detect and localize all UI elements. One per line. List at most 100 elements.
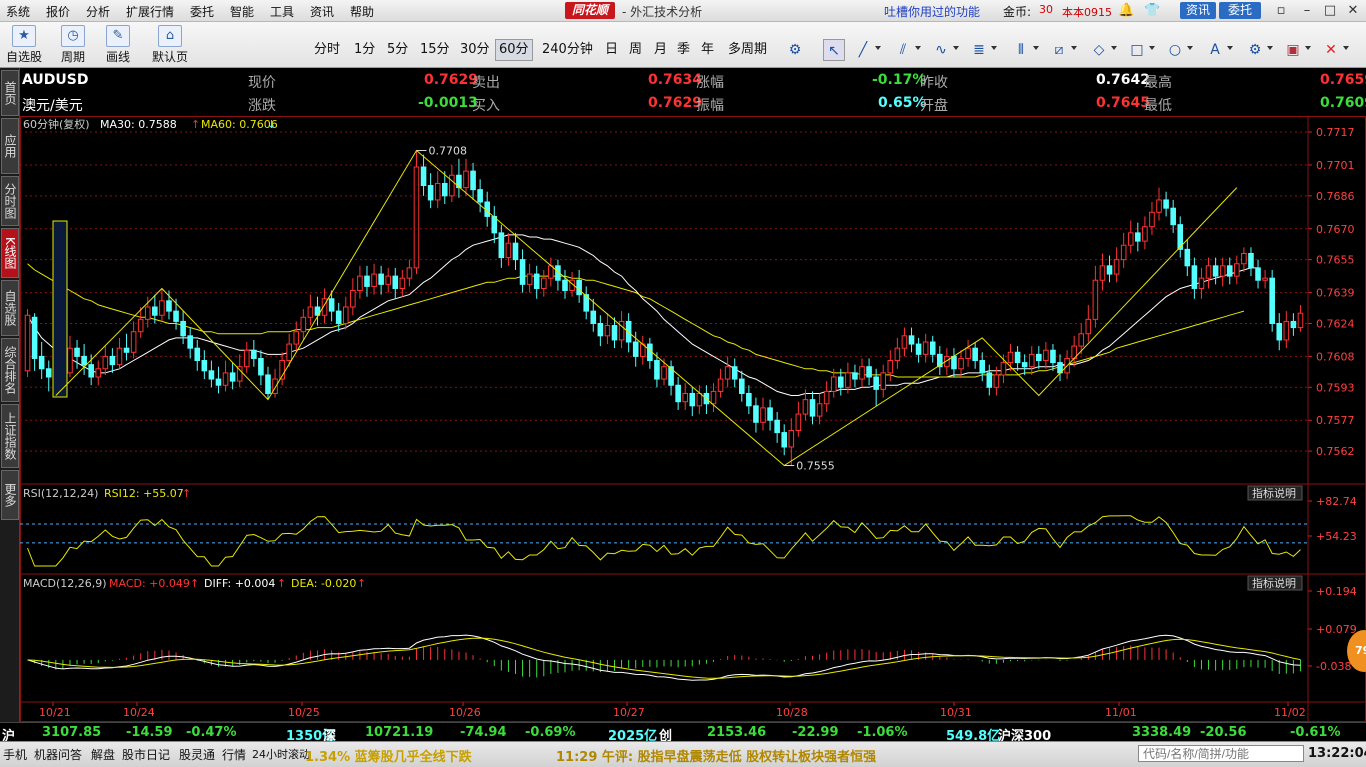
chevron-down-icon[interactable] (1111, 46, 1117, 50)
restore-icon[interactable]: ▫ (1270, 2, 1292, 19)
cycle-tool-icon[interactable]: ⦀ (1010, 39, 1032, 61)
candle-body-down (1269, 277, 1275, 324)
candle-body-up (1142, 226, 1148, 242)
gann-tool-icon[interactable]: ◇ (1088, 39, 1110, 61)
period-30m[interactable]: 30分 (457, 39, 493, 61)
period-15m[interactable]: 15分 (417, 39, 453, 61)
time-tick-label: 10/21 (39, 706, 71, 719)
tab-watchlist[interactable]: 自选股 (1, 280, 19, 336)
menu-quote[interactable]: 报价 (46, 3, 70, 20)
text-tool-icon[interactable]: A (1204, 39, 1226, 61)
chevron-down-icon[interactable] (1305, 46, 1311, 50)
robot-qa-link[interactable]: 机器问答 (34, 746, 82, 763)
stock-genie-link[interactable]: 股灵通 (179, 746, 215, 763)
chevron-down-icon[interactable] (991, 46, 997, 50)
candle-body-up (1156, 199, 1162, 213)
period-timeshare[interactable]: 分时 (311, 39, 343, 61)
line-tool-icon[interactable]: ╱ (852, 39, 874, 61)
chevron-down-icon[interactable] (875, 46, 881, 50)
search-input[interactable] (1138, 745, 1304, 762)
fib-tool-icon[interactable]: ≣ (968, 39, 990, 61)
shirt-icon[interactable]: 👕 (1144, 3, 1160, 19)
rolling-news-tab[interactable]: 24小时滚动 (252, 746, 310, 762)
tab-sh-index[interactable]: 上证指数 (1, 404, 19, 468)
diary-link[interactable]: 股市日记 (122, 746, 170, 763)
chevron-down-icon[interactable] (1187, 46, 1193, 50)
annotation-label: 0.7708 (428, 145, 467, 158)
menu-bar: 系统 报价 分析 扩展行情 委托 智能 工具 资讯 帮助 同花顺 - 外汇技术分… (0, 0, 1366, 22)
tab-kline[interactable]: K线图 (1, 228, 19, 278)
chevron-down-icon[interactable] (1343, 46, 1349, 50)
candle-body-up (116, 347, 123, 366)
channel-tool-icon[interactable]: ⧄ (1048, 39, 1070, 61)
period-multi[interactable]: 多周期 (725, 39, 770, 61)
chevron-down-icon[interactable] (1033, 46, 1039, 50)
candle-body-down (187, 335, 193, 349)
time-tick-label: 10/27 (613, 706, 645, 719)
trade-button[interactable]: 委托 (1219, 2, 1261, 19)
menu-tools[interactable]: 工具 (270, 3, 294, 20)
minimize-icon[interactable]: – (1296, 2, 1318, 19)
cursor-icon[interactable]: ↖ (823, 39, 845, 61)
chart-overlays: 0.7708 0.7555 (52, 145, 1238, 473)
tab-timeshare[interactable]: 分时图 (1, 176, 19, 226)
parallel-tool-icon[interactable]: ⫽ (892, 39, 914, 61)
feedback-link[interactable]: 吐槽你用过的功能 (884, 3, 980, 20)
menu-smart[interactable]: 智能 (230, 3, 254, 20)
watchlist-button[interactable]: ★ 自选股 (6, 25, 42, 65)
value-chg: -0.0013 (418, 95, 478, 111)
chevron-down-icon[interactable] (915, 46, 921, 50)
wave-tool-icon[interactable]: ∿ (930, 39, 952, 61)
candle-body-up (901, 335, 908, 349)
menu-help[interactable]: 帮助 (350, 3, 374, 20)
save-drawing-icon[interactable]: ▣ (1282, 39, 1304, 61)
kline-chart[interactable]: 0.7708 0.7555 0.7717 0.7701 0.7686 0.7670 0.7… (20, 116, 1366, 742)
tab-ranking[interactable]: 综合排名 (1, 338, 19, 402)
news-ticker-2[interactable]: 11:29 午评: 股指早盘震荡走低 股权转让板块强者恒强 (556, 746, 876, 765)
tab-home[interactable]: 首页 (1, 70, 19, 116)
chevron-down-icon[interactable] (1227, 46, 1233, 50)
ellipse-tool-icon[interactable]: ○ (1164, 39, 1186, 61)
period-day[interactable]: 日 (602, 39, 621, 61)
period-5m[interactable]: 5分 (384, 39, 411, 61)
menu-news[interactable]: 资讯 (310, 3, 334, 20)
settings-gear-icon[interactable]: ⚙ (784, 39, 806, 61)
period-year[interactable]: 年 (698, 39, 717, 61)
period-240m[interactable]: 240分钟 (539, 39, 596, 61)
diff-arrow-icon: ↑ (277, 577, 286, 590)
tab-apps[interactable]: 应用 (1, 118, 19, 174)
default-page-button[interactable]: ⌂ 默认页 (152, 25, 188, 65)
maximize-icon[interactable]: □ (1319, 2, 1341, 19)
chevron-down-icon[interactable] (953, 46, 959, 50)
chevron-down-icon[interactable] (1267, 46, 1273, 50)
menu-trade[interactable]: 委托 (190, 3, 214, 20)
delete-drawing-icon[interactable]: ✕ (1320, 39, 1342, 61)
period-quarter[interactable]: 季 (674, 39, 693, 61)
menu-extended[interactable]: 扩展行情 (126, 3, 174, 20)
analysis-link[interactable]: 解盘 (91, 746, 115, 763)
period-60m[interactable]: 60分 (495, 39, 533, 61)
draw-line-button[interactable]: ✎ 画线 (100, 25, 136, 65)
period-week[interactable]: 周 (626, 39, 645, 61)
menu-analysis[interactable]: 分析 (86, 3, 110, 20)
candle-body-up (993, 374, 1000, 388)
market-link[interactable]: 行情 (222, 746, 246, 763)
period-button[interactable]: ◷ 周期 (55, 25, 91, 65)
news-button[interactable]: 资讯 (1180, 2, 1216, 19)
menu-system[interactable]: 系统 (6, 3, 30, 20)
time-tick-label: 11/02 (1274, 706, 1306, 719)
rectangle-tool-icon[interactable]: □ (1126, 39, 1148, 61)
chevron-down-icon[interactable] (1149, 46, 1155, 50)
tab-more[interactable]: 更多 (1, 470, 19, 520)
price-tick-label: 0.7655 (1316, 254, 1355, 267)
close-icon[interactable]: ✕ (1342, 2, 1364, 19)
mobile-link[interactable]: 手机 (3, 746, 27, 763)
period-1m[interactable]: 1分 (351, 39, 378, 61)
bottom-bar: 手机 机器问答 解盘 股市日记 股灵通 行情 24小时滚动 1.34% 蓝筹股几… (0, 741, 1366, 767)
news-ticker-1[interactable]: 1.34% 蓝筹股几乎全线下跌 (305, 746, 472, 765)
hs300-percent: -0.61% (1290, 725, 1341, 740)
bell-icon[interactable]: 🔔 (1118, 3, 1134, 19)
period-month[interactable]: 月 (651, 39, 670, 61)
chevron-down-icon[interactable] (1071, 46, 1077, 50)
draw-settings-icon[interactable]: ⚙ (1244, 39, 1266, 61)
